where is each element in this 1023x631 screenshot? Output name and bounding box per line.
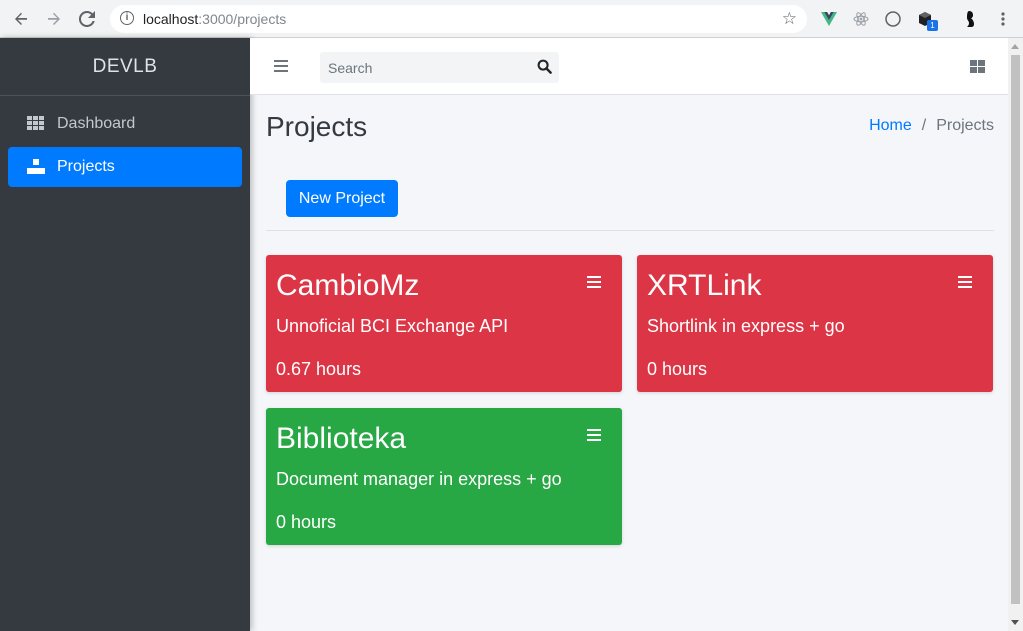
project-card[interactable]: CambioMz Unnoficial BCI Exchange API 0.6… [266, 255, 622, 392]
project-hours: 0 hours [276, 512, 337, 532]
site-info-icon[interactable]: i [120, 11, 134, 25]
dark-mode-moon-icon[interactable] [884, 10, 902, 28]
vue-devtools-icon[interactable] [820, 10, 838, 28]
breadcrumb-separator: / [921, 117, 927, 134]
page-scrollbar[interactable] [1008, 38, 1023, 631]
breadcrumb: Home / Projects [869, 117, 994, 135]
project-description: Document manager in express + go [276, 469, 562, 489]
extension-badge: 1 [927, 20, 938, 31]
sidebar-item-label: Dashboard [57, 115, 136, 132]
project-menu-icon[interactable] [958, 276, 972, 288]
cubes-icon [27, 159, 45, 175]
breadcrumb-home-link[interactable]: Home [869, 117, 912, 134]
project-name[interactable]: XRTLink [647, 269, 762, 303]
breadcrumb-current: Projects [936, 117, 994, 134]
browser-toolbar: i localhost:3000/projects ☆ 1 [0, 0, 1023, 38]
project-card[interactable]: XRTLink Shortlink in express + go 0 hour… [637, 255, 993, 392]
project-description: Unnoficial BCI Exchange API [276, 316, 509, 336]
top-navbar [250, 38, 1008, 95]
sidebar-toggle-hamburger-icon[interactable] [274, 60, 288, 72]
scrollbar-thumb[interactable] [1011, 55, 1020, 604]
project-hours: 0 hours [647, 359, 708, 379]
page-title: Projects [266, 111, 368, 142]
bookmark-star-icon[interactable]: ☆ [782, 9, 797, 29]
project-hours: 0.67 hours [276, 359, 362, 379]
search-form [320, 52, 559, 83]
project-description: Shortlink in express + go [647, 316, 845, 336]
project-name[interactable]: Biblioteka [276, 422, 406, 456]
brand-logo-text[interactable]: DEVLB [0, 38, 250, 96]
project-card[interactable]: Biblioteka Document manager in express +… [266, 408, 622, 545]
address-bar[interactable]: i localhost:3000/projects ☆ [110, 5, 807, 33]
main-content: Projects Home / Projects New Project Cambi… [250, 95, 1008, 631]
sidebar-item-dashboard[interactable]: Dashboard [8, 104, 242, 144]
chrome-menu-kebab-icon[interactable] [994, 10, 1012, 28]
divider [266, 230, 994, 231]
sidebar: DEVLB Dashboard Projects [0, 38, 250, 631]
profile-avatar-icon[interactable] [961, 10, 979, 28]
back-arrow-icon[interactable] [10, 8, 32, 30]
reload-icon[interactable] [76, 8, 98, 30]
search-input[interactable] [320, 52, 525, 83]
control-sidebar-grid-icon[interactable] [970, 60, 985, 73]
url-text[interactable]: localhost:3000/projects [143, 11, 286, 27]
th-grid-icon [27, 116, 45, 132]
search-icon[interactable] [537, 59, 553, 75]
new-project-button[interactable]: New Project [286, 180, 398, 217]
sidebar-item-label: Projects [57, 158, 115, 175]
react-devtools-icon[interactable] [852, 10, 870, 28]
scroll-up-arrow-icon[interactable] [1011, 44, 1019, 49]
sidebar-item-projects[interactable]: Projects [8, 147, 242, 187]
project-name[interactable]: CambioMz [276, 269, 419, 303]
project-menu-icon[interactable] [587, 429, 601, 441]
project-menu-icon[interactable] [587, 276, 601, 288]
scroll-down-arrow-icon[interactable] [1011, 620, 1019, 625]
forward-arrow-icon[interactable] [43, 8, 65, 30]
